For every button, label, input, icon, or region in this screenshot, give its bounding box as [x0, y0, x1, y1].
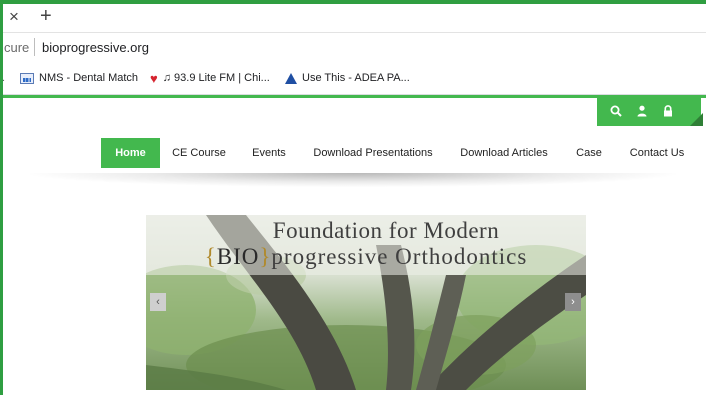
- utility-bar-corner: [690, 113, 703, 126]
- nms-icon: [20, 72, 34, 84]
- address-bar[interactable]: cure bioprogressive.org: [0, 33, 706, 63]
- utility-bar: [597, 98, 701, 126]
- slider-next-button[interactable]: ›: [565, 293, 581, 311]
- nav-ce-course[interactable]: CE Course: [169, 138, 229, 168]
- nav-home[interactable]: Home: [101, 138, 160, 168]
- window-frame-left: [0, 0, 3, 395]
- hero-slider[interactable]: Foundation for Modern {BIO}progressive O…: [146, 215, 586, 390]
- main-nav: Home CE Course Events Download Presentat…: [0, 138, 706, 168]
- brace-close: }: [259, 244, 272, 269]
- hero-title-rest: progressive Orthodontics: [271, 244, 528, 269]
- adea-icon: [285, 72, 297, 84]
- new-tab-button[interactable]: +: [40, 5, 52, 27]
- bookmark-nms[interactable]: NMS - Dental Match: [20, 72, 138, 84]
- url-separator: [34, 38, 35, 56]
- bookmarks-bar: . NMS - Dental Match ♥ ♫ 93.9 Lite FM | …: [0, 64, 706, 95]
- bookmark-label: NMS - Dental Match: [39, 72, 139, 84]
- bookmark-label: Use This - ADEA PA...: [302, 72, 410, 84]
- user-icon[interactable]: [635, 104, 649, 118]
- bookmark-lite-fm[interactable]: ♥ ♫ 93.9 Lite FM | Chi...: [150, 70, 270, 86]
- hero-title-line2: {BIO}progressive Orthodontics: [146, 244, 586, 270]
- bookmark-adea[interactable]: Use This - ADEA PA...: [285, 72, 410, 84]
- nav-divider-shadow: [30, 173, 676, 187]
- brace-open: {: [204, 244, 217, 269]
- search-icon[interactable]: [609, 104, 623, 118]
- nav-download-articles[interactable]: Download Articles: [455, 138, 553, 168]
- iheart-icon: ♥: [150, 70, 158, 86]
- slider-prev-button[interactable]: ‹: [150, 293, 166, 311]
- tab-strip: × +: [0, 4, 706, 33]
- web-page: Home CE Course Events Download Presentat…: [0, 95, 706, 395]
- nav-events[interactable]: Events: [244, 138, 294, 168]
- nav-contact-us[interactable]: Contact Us: [624, 138, 690, 168]
- nav-download-presentations[interactable]: Download Presentations: [310, 138, 436, 168]
- url-text[interactable]: bioprogressive.org: [42, 40, 149, 55]
- close-tab-button[interactable]: ×: [9, 7, 19, 27]
- nav-case[interactable]: Case: [572, 138, 606, 168]
- bookmark-label: ♫ 93.9 Lite FM | Chi...: [162, 72, 270, 84]
- lock-icon[interactable]: [661, 104, 675, 118]
- hero-title-line1: Foundation for Modern: [272, 218, 500, 243]
- bio-text: BIO: [216, 244, 260, 269]
- security-indicator[interactable]: cure: [4, 40, 29, 55]
